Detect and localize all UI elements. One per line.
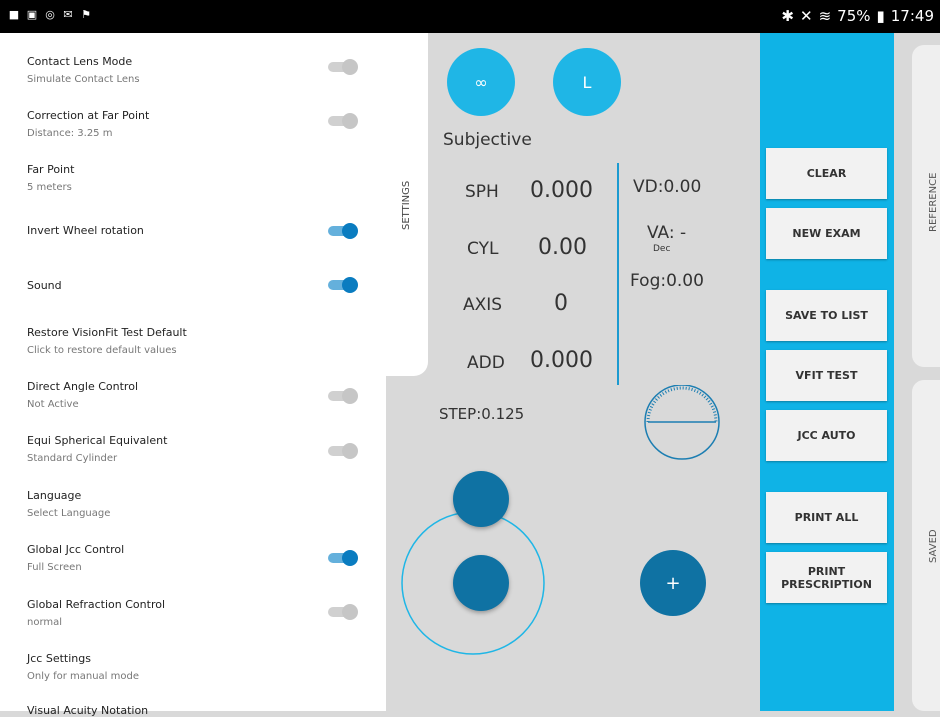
fog-value: Fog:0.00 <box>630 271 704 291</box>
setting-subtitle: Simulate Contact Lens <box>27 74 140 85</box>
battery-percent: 75% <box>837 7 871 25</box>
location-icon: ◎ <box>45 8 55 21</box>
setting-subtitle: Distance: 3.25 m <box>27 128 113 139</box>
sph-label: SPH <box>465 182 499 202</box>
setting-restore-default[interactable]: Restore VisionFit Test Default Click to … <box>27 326 187 356</box>
setting-subtitle: Select Language <box>27 508 111 519</box>
va-value: VA: - <box>647 223 687 243</box>
setting-title: Contact Lens Mode <box>27 55 133 68</box>
cyl-value[interactable]: 0.00 <box>538 235 587 260</box>
setting-direct-angle[interactable]: Direct Angle Control Not Active <box>27 380 138 410</box>
mute-icon: ✕ <box>800 7 813 25</box>
battery-icon: ▮ <box>876 7 885 25</box>
setting-title: Direct Angle Control <box>27 380 138 393</box>
add-value[interactable]: 0.000 <box>530 348 593 373</box>
equi-spherical-toggle[interactable] <box>328 443 358 459</box>
status-right: ✱ ✕ ≋ 75% ▮ 17:49 <box>781 7 934 25</box>
setting-subtitle: Standard Cylinder <box>27 453 118 464</box>
save-to-list-button[interactable]: SAVE TO LIST <box>766 290 887 341</box>
status-left-icons: ■ ▣ ◎ ✉ ⚑ <box>8 9 92 21</box>
setting-subtitle: Click to restore default values <box>27 345 177 356</box>
contact-lens-toggle[interactable] <box>328 59 358 75</box>
global-refraction-toggle[interactable] <box>328 604 358 620</box>
add-label: ADD <box>467 353 505 373</box>
setting-far-point[interactable]: Far Point 5 meters <box>27 163 74 193</box>
status-bar: ■ ▣ ◎ ✉ ⚑ ✱ ✕ ≋ 75% ▮ 17:49 <box>0 0 940 33</box>
cyl-label: CYL <box>467 239 499 259</box>
setting-correction-far-point[interactable]: Correction at Far Point Distance: 3.25 m <box>27 109 149 139</box>
setting-title: Correction at Far Point <box>27 109 150 122</box>
setting-jcc-settings[interactable]: Jcc Settings Only for manual mode <box>27 652 139 682</box>
global-jcc-toggle[interactable] <box>328 550 358 566</box>
clock: 17:49 <box>890 7 934 25</box>
mail-icon: ✉ <box>63 8 73 21</box>
saved-label: SAVED <box>928 529 939 563</box>
setting-title: Jcc Settings <box>27 652 91 665</box>
setting-subtitle: Only for manual mode <box>27 671 140 682</box>
add-button[interactable]: + <box>640 550 706 616</box>
step-value[interactable]: STEP:0.125 <box>439 405 524 423</box>
flag-icon: ⚑ <box>81 8 91 21</box>
divider-line <box>617 163 619 385</box>
va-unit: Dec <box>653 244 671 254</box>
reference-label: REFERENCE <box>928 172 939 232</box>
new-exam-button[interactable]: NEW EXAM <box>766 208 887 259</box>
infinity-button[interactable]: ∞ <box>447 48 515 116</box>
axis-protractor-icon[interactable] <box>640 385 725 463</box>
setting-contact-lens-mode[interactable]: Contact Lens Mode Simulate Contact Lens <box>27 55 140 85</box>
setting-sound[interactable]: Sound <box>27 279 62 292</box>
setting-subtitle: normal <box>27 617 63 628</box>
setting-global-jcc[interactable]: Global Jcc Control Full Screen <box>27 543 124 573</box>
setting-title: Invert Wheel rotation <box>27 224 144 237</box>
setting-title: Global Jcc Control <box>27 543 125 556</box>
bluetooth-icon: ✱ <box>781 7 794 25</box>
setting-subtitle: Full Screen <box>27 562 82 573</box>
left-eye-button[interactable]: L <box>553 48 621 116</box>
print-prescription-button[interactable]: PRINT PRESCRIPTION <box>766 552 887 603</box>
setting-title: Restore VisionFit Test Default <box>27 326 187 339</box>
gallery-icon: ▣ <box>26 8 38 21</box>
print-all-button[interactable]: PRINT ALL <box>766 492 887 543</box>
axis-value[interactable]: 0 <box>554 291 568 316</box>
vfit-test-button[interactable]: VFIT TEST <box>766 350 887 401</box>
subjective-label: Subjective <box>443 130 532 150</box>
setting-title: Sound <box>27 279 62 292</box>
setting-invert-wheel[interactable]: Invert Wheel rotation <box>27 224 144 237</box>
settings-tab-label: SETTINGS <box>401 180 412 230</box>
setting-title: Far Point <box>27 163 75 176</box>
setting-equi-spherical[interactable]: Equi Spherical Equivalent Standard Cylin… <box>27 434 167 464</box>
wifi-icon: ≋ <box>818 7 832 25</box>
setting-title: Global Refraction Control <box>27 598 166 611</box>
setting-subtitle: 5 meters <box>27 182 72 193</box>
control-knob-top[interactable] <box>453 471 509 527</box>
setting-title: Equi Spherical Equivalent <box>27 434 168 447</box>
jcc-auto-button[interactable]: JCC AUTO <box>766 410 887 461</box>
sph-value[interactable]: 0.000 <box>530 178 593 203</box>
sound-toggle[interactable] <box>328 277 358 293</box>
clear-button[interactable]: CLEAR <box>766 148 887 199</box>
setting-global-refraction[interactable]: Global Refraction Control normal <box>27 598 165 628</box>
invert-wheel-toggle[interactable] <box>328 223 358 239</box>
correction-far-point-toggle[interactable] <box>328 113 358 129</box>
direct-angle-toggle[interactable] <box>328 388 358 404</box>
vd-value: VD:0.00 <box>633 177 702 197</box>
setting-title: Language <box>27 489 82 502</box>
video-icon: ■ <box>8 8 20 21</box>
control-knob-bottom[interactable] <box>453 555 509 611</box>
axis-label: AXIS <box>463 295 503 315</box>
setting-subtitle: Not Active <box>27 399 79 410</box>
setting-language[interactable]: Language Select Language <box>27 489 110 519</box>
